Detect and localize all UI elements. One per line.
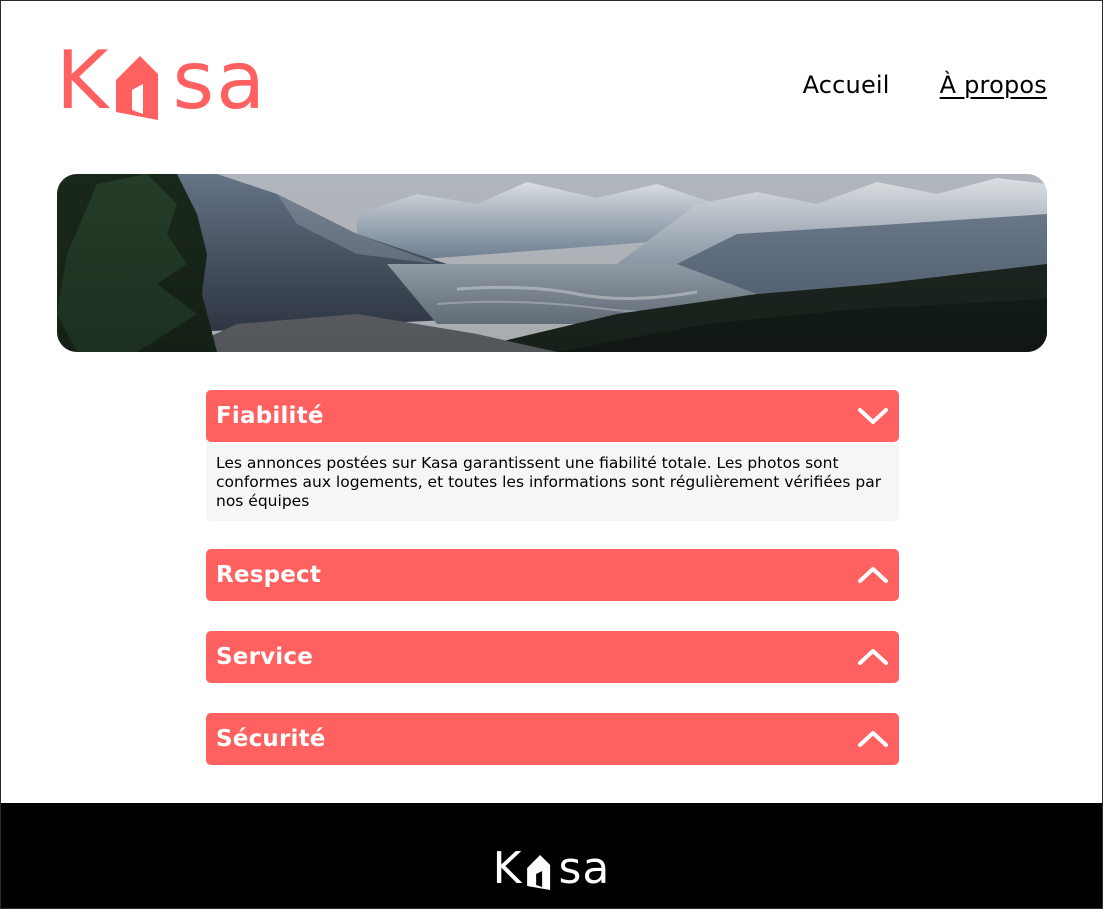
footer-logo-letters-sa: sa [558,843,611,894]
hero-banner-image [57,174,1047,352]
footer-logo-letter-k: K [492,843,523,894]
accordion-header-securite[interactable]: Sécurité [206,713,899,765]
chevron-down-icon[interactable] [857,405,889,427]
accordion-securite: Sécurité [206,713,899,765]
nav-link-accueil[interactable]: Accueil [803,71,890,99]
accordion-header-respect[interactable]: Respect [206,549,899,601]
accordion-respect: Respect [206,549,899,601]
footer: K sa [1,803,1102,908]
accordion-fiabilite: Fiabilité Les annonces postées sur Kasa … [206,390,899,521]
page: K sa Accueil À propos Fiabilité Les anno… [1,1,1102,908]
header: K sa Accueil À propos [1,1,1102,141]
kasa-logo[interactable]: K sa [56,41,276,121]
nav-link-a-propos[interactable]: À propos [940,71,1047,99]
house-icon [116,56,159,120]
accordion-title: Fiabilité [216,403,324,429]
chevron-up-icon[interactable] [857,728,889,750]
accordion-header-fiabilite[interactable]: Fiabilité [206,390,899,442]
accordion-header-service[interactable]: Service [206,631,899,683]
chevron-up-icon[interactable] [857,646,889,668]
accordion-service: Service [206,631,899,683]
accordion-title: Respect [216,562,322,588]
accordion-title: Sécurité [216,726,326,752]
chevron-up-icon[interactable] [857,564,889,586]
mountain-landscape-image [57,174,1047,352]
accordion-title: Service [216,644,314,670]
main-nav: Accueil À propos [803,71,1047,99]
accordion-content: Les annonces postées sur Kasa garantisse… [206,442,899,521]
logo-letters-sa: sa [172,34,268,127]
house-icon [527,855,551,890]
logo-letter-k: K [56,34,111,127]
footer-logo: K sa [493,847,611,891]
